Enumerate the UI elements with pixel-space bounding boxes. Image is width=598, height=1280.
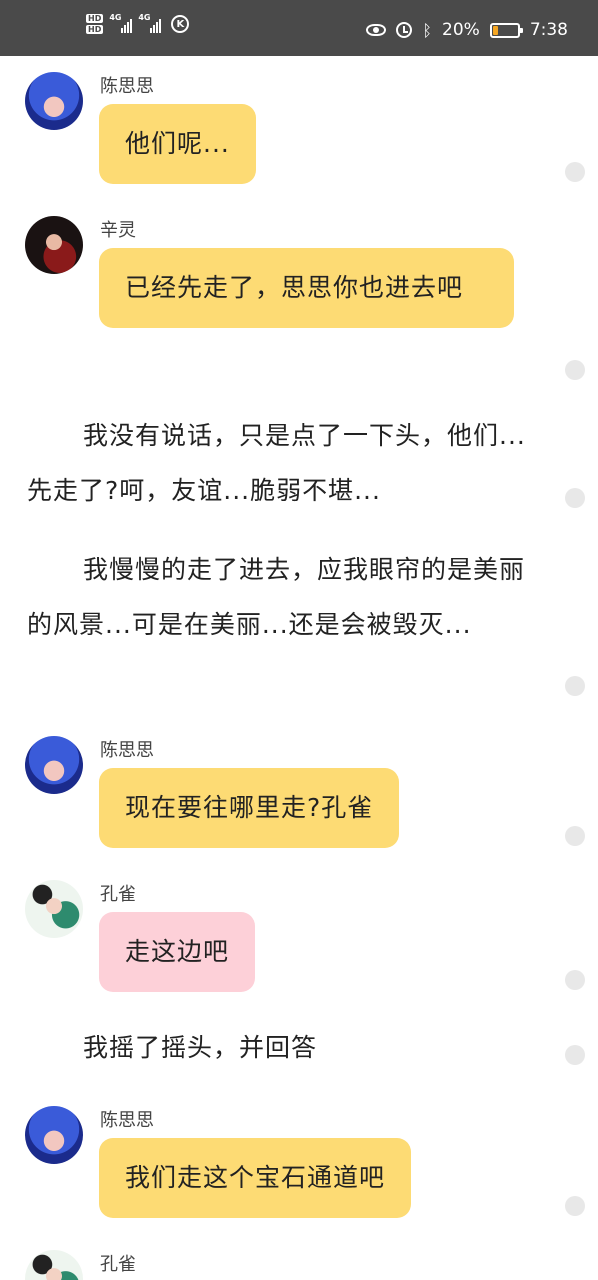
network-type-label: 4G [109, 13, 122, 22]
avatar[interactable] [25, 880, 83, 938]
message-bubble[interactable]: 已经先走了，思思你也进去吧 [99, 248, 514, 328]
avatar[interactable] [25, 216, 83, 274]
avatar[interactable] [25, 1250, 83, 1280]
message-bubble[interactable]: 走这边吧 [99, 912, 256, 992]
sender-name: 辛灵 [100, 220, 136, 241]
bluetooth-icon: ᛒ [422, 20, 433, 40]
narration-paragraph: 我没有说话，只是点了一下头，他们...先走了?呵，友谊...脆弱不堪... [27, 421, 526, 505]
more-options-dot[interactable] [565, 970, 585, 990]
narration-paragraph: 我摇了摇头，并回答 [83, 1033, 318, 1062]
message-bubble[interactable]: 他们呢... [99, 104, 256, 184]
status-bar: HD HD 4G 4G K ᛒ 20% 7:38 [0, 0, 598, 56]
network-type-label: 4G [138, 13, 151, 22]
hd-icon: HD HD [86, 14, 104, 34]
more-options-dot[interactable] [565, 1196, 585, 1216]
battery-percent: 20% [442, 20, 480, 40]
narration-paragraph: 我慢慢的走了进去，应我眼帘的是美丽的风景...可是在美丽...还是会被毁灭... [27, 555, 526, 639]
more-options-dot[interactable] [565, 488, 585, 508]
sender-name: 陈思思 [100, 740, 154, 761]
more-options-dot[interactable] [565, 360, 585, 380]
more-options-dot[interactable] [565, 826, 585, 846]
status-right-group: ᛒ 20% 7:38 [366, 20, 568, 40]
avatar[interactable] [25, 1106, 83, 1164]
alarm-icon [396, 22, 413, 38]
eye-comfort-icon [366, 24, 387, 36]
hd-bottom-label: HD [86, 25, 104, 34]
clock-time: 7:38 [529, 20, 568, 40]
hd-top-label: HD [86, 14, 104, 23]
message-bubble[interactable]: 我们走这个宝石通道吧 [99, 1138, 412, 1218]
status-left-group: HD HD 4G 4G K [86, 13, 190, 34]
more-options-dot[interactable] [565, 676, 585, 696]
signal-icon: 4G [109, 13, 133, 33]
more-options-dot[interactable] [565, 1045, 585, 1065]
battery-fill [492, 25, 498, 35]
k-app-icon: K [171, 15, 190, 33]
sender-name: 陈思思 [100, 76, 154, 97]
avatar[interactable] [25, 72, 83, 130]
avatar[interactable] [25, 736, 83, 794]
sender-name: 孔雀 [100, 1254, 136, 1275]
message-bubble[interactable]: 现在要往哪里走?孔雀 [99, 768, 400, 848]
signal-icon: 4G [138, 13, 162, 33]
more-options-dot[interactable] [565, 162, 585, 182]
sender-name: 陈思思 [100, 1110, 154, 1131]
battery-icon [489, 22, 523, 38]
sender-name: 孔雀 [100, 884, 136, 905]
